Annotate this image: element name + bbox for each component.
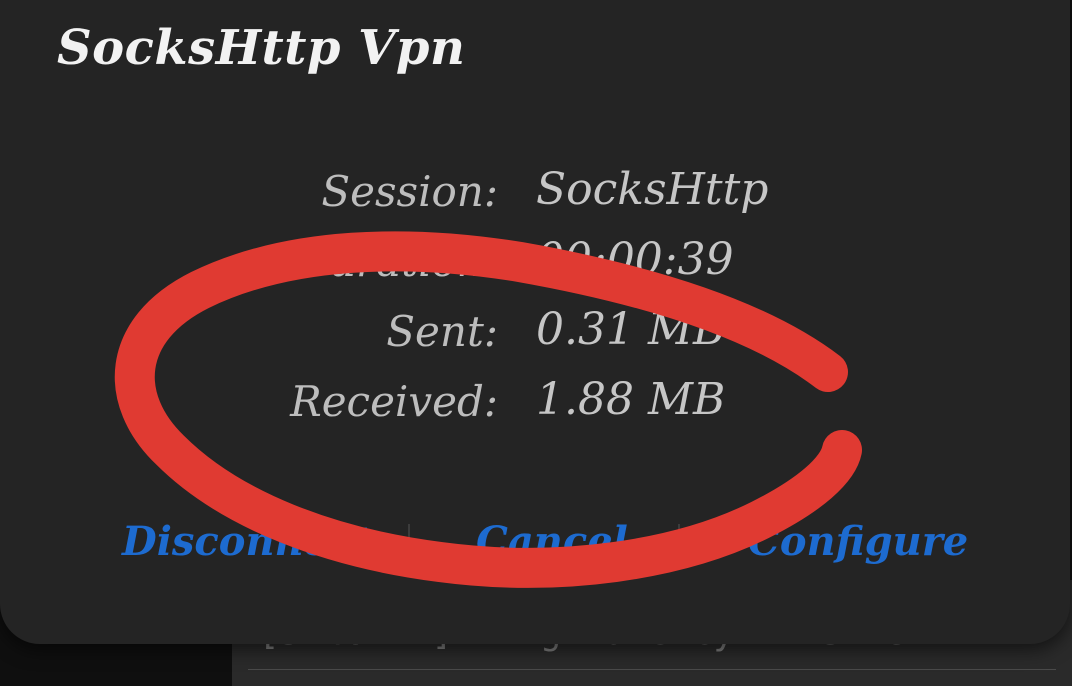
vpn-status-dialog: SocksHttp Vpn Session: SocksHttp Duratio…: [0, 0, 1070, 644]
received-label: Received:: [290, 377, 498, 426]
cancel-button[interactable]: Cancel: [476, 518, 628, 565]
duration-value: 00:00:39: [536, 234, 734, 285]
sent-label: Sent:: [386, 307, 498, 356]
sent-value: 0.31 MB: [536, 304, 726, 355]
button-divider: [408, 524, 410, 562]
log-divider: [248, 669, 1056, 670]
session-value: SocksHttp: [536, 164, 769, 215]
duration-label: Duration:: [295, 237, 498, 286]
dialog-title: SocksHttp Vpn: [57, 20, 466, 76]
received-value: 1.88 MB: [536, 374, 726, 425]
session-label: Session:: [321, 167, 498, 216]
disconnect-button[interactable]: Disconnect: [122, 518, 372, 565]
button-divider: [678, 524, 680, 562]
configure-button[interactable]: Configure: [748, 518, 968, 565]
